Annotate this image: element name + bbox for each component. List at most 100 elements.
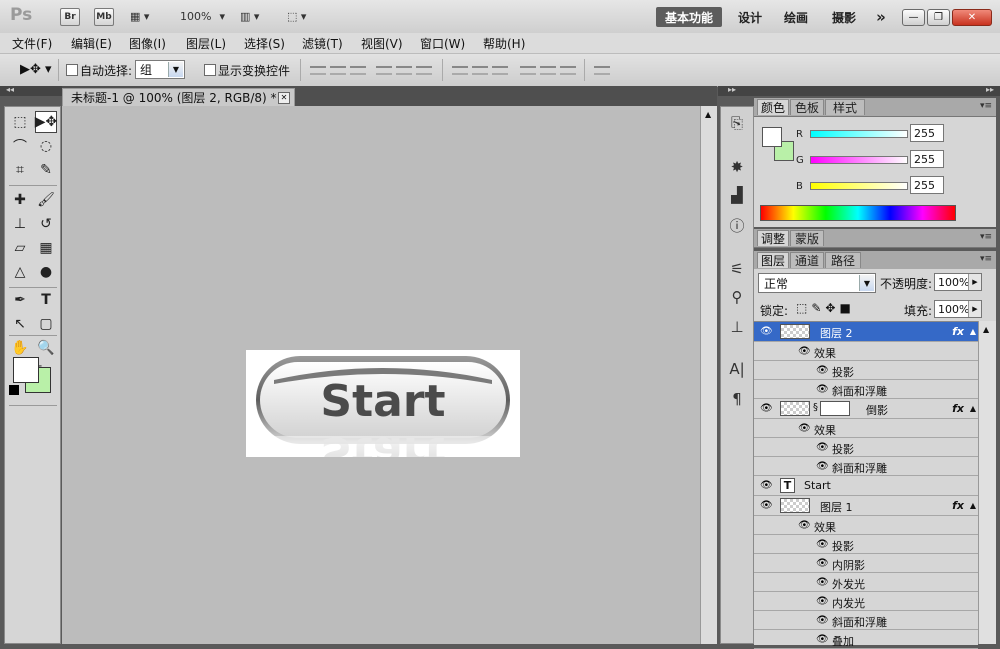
shape-tool[interactable]: ▢	[35, 313, 57, 335]
crop-tool[interactable]: ⌗	[9, 159, 31, 181]
visibility-eye-icon[interactable]: 👁	[816, 461, 829, 472]
effects-row[interactable]: 👁 效果	[754, 419, 978, 438]
panel-menu-icon[interactable]: ▾≡	[980, 101, 992, 111]
distribute-top-icon[interactable]	[452, 66, 468, 75]
align-vcenter-icon[interactable]	[330, 66, 346, 75]
more-workspaces-button[interactable]: »	[870, 7, 892, 27]
effect-row[interactable]: 👁 投影	[754, 535, 978, 554]
layer-mask-thumbnail[interactable]	[820, 401, 850, 416]
lasso-tool[interactable]: ⌒	[9, 135, 31, 157]
visibility-eye-icon[interactable]: 👁	[798, 346, 811, 357]
tab-styles[interactable]: 样式	[825, 99, 865, 115]
fx-icon[interactable]: fx	[952, 402, 964, 415]
distribute-left-icon[interactable]	[520, 66, 536, 75]
visibility-eye-icon[interactable]: 👁	[760, 403, 773, 414]
visibility-eye-icon[interactable]: 👁	[816, 596, 829, 607]
clone-stamp-tool[interactable]: ⊥	[9, 213, 31, 235]
paragraph-panel-button[interactable]: ¶	[727, 389, 747, 409]
histogram-panel-button[interactable]: ▟	[727, 185, 747, 205]
fill-input[interactable]: 100% ▶	[934, 300, 982, 318]
effect-row[interactable]: 👁 投影	[754, 361, 978, 380]
distribute-bottom-icon[interactable]	[492, 66, 508, 75]
tab-paths[interactable]: 路径	[825, 252, 861, 268]
align-left-icon[interactable]	[376, 66, 392, 75]
pen-tool[interactable]: ✒	[9, 289, 31, 311]
effect-row[interactable]: 👁 内发光	[754, 592, 978, 611]
info-panel-button[interactable]: ⓘ	[727, 215, 747, 235]
layer-row[interactable]: 👁 图层 1 fx ▲	[754, 496, 978, 516]
effect-row[interactable]: 👁 斜面和浮雕	[754, 611, 978, 630]
menu-layer[interactable]: 图层(L)	[186, 35, 226, 52]
effect-row[interactable]: 👁 斜面和浮雕	[754, 380, 978, 399]
visibility-eye-icon[interactable]: 👁	[816, 577, 829, 588]
gradient-tool[interactable]: ▦	[35, 237, 57, 259]
panel-menu-icon[interactable]: ▾≡	[980, 232, 992, 242]
blue-slider[interactable]	[810, 182, 908, 190]
screen-mode-button[interactable]: ⬚ ▾	[287, 7, 306, 26]
collapse-effects-icon[interactable]: ▲	[970, 501, 976, 510]
path-select-tool[interactable]: ↖	[9, 313, 31, 335]
tab-color[interactable]: 颜色	[757, 99, 789, 115]
red-value-input[interactable]: 255	[910, 124, 944, 142]
visibility-eye-icon[interactable]: 👁	[798, 423, 811, 434]
foreground-color-swatch[interactable]	[762, 127, 782, 147]
tab-channels[interactable]: 通道	[790, 252, 824, 268]
brush-tool[interactable]: 🖌	[35, 189, 57, 211]
layer-row[interactable]: 👁 § 倒影 fx ▲	[754, 399, 978, 419]
history-panel-button[interactable]: ⎘	[727, 113, 747, 133]
blue-value-input[interactable]: 255	[910, 176, 944, 194]
auto-select-dropdown[interactable]: 组 ▼	[135, 60, 185, 79]
default-colors-button[interactable]	[9, 385, 19, 395]
distribute-vcenter-icon[interactable]	[472, 66, 488, 75]
workspace-essentials[interactable]: 基本功能	[656, 7, 722, 27]
workspace-design[interactable]: 设计	[732, 7, 768, 27]
bridge-button[interactable]: Br	[60, 8, 80, 26]
zoom-level-select[interactable]: 100% ▾	[180, 7, 225, 26]
distribute-right-icon[interactable]	[560, 66, 576, 75]
effect-row[interactable]: 👁 内阴影	[754, 554, 978, 573]
visibility-eye-icon[interactable]: 👁	[760, 480, 773, 491]
auto-align-icon[interactable]	[594, 66, 610, 75]
tool-preset-picker[interactable]: ▶✥ ▾	[20, 62, 52, 77]
menu-edit[interactable]: 编辑(E)	[71, 35, 112, 52]
align-top-icon[interactable]	[310, 66, 326, 75]
visibility-eye-icon[interactable]: 👁	[816, 539, 829, 550]
type-tool[interactable]: T	[35, 289, 57, 311]
visibility-eye-icon[interactable]: 👁	[760, 326, 773, 337]
tools-panel-header[interactable]: ◂◂	[0, 85, 62, 96]
brushes-panel-button[interactable]: ⚲	[727, 287, 747, 307]
show-transform-checkbox[interactable]	[204, 64, 216, 76]
blend-mode-select[interactable]: 正常 ▼	[758, 273, 876, 293]
minimize-button[interactable]: —	[902, 9, 925, 26]
tab-masks[interactable]: 蒙版	[790, 230, 824, 246]
layer-row[interactable]: 👁 图层 2 fx ▲	[754, 322, 978, 342]
quick-select-tool[interactable]: ◌	[35, 135, 57, 157]
lock-buttons[interactable]: ⬚✎✥■	[796, 301, 855, 315]
visibility-eye-icon[interactable]: 👁	[816, 384, 829, 395]
opacity-input[interactable]: 100% ▶	[934, 273, 982, 291]
layers-scrollbar[interactable]: ▲	[978, 321, 996, 644]
visibility-eye-icon[interactable]: 👁	[760, 500, 773, 511]
effect-row[interactable]: 👁 投影	[754, 438, 978, 457]
visibility-eye-icon[interactable]: 👁	[816, 615, 829, 626]
visibility-eye-icon[interactable]: 👁	[816, 365, 829, 376]
character-panel-button[interactable]: A|	[727, 359, 747, 379]
effect-row[interactable]: 👁 叠加	[754, 630, 978, 649]
fx-icon[interactable]: fx	[952, 499, 964, 512]
arrange-documents-button[interactable]: ▥ ▾	[240, 7, 259, 26]
red-slider[interactable]	[810, 130, 908, 138]
mini-bridge-button[interactable]: Mb	[94, 8, 114, 26]
close-window-button[interactable]: ✕	[952, 9, 992, 26]
workspace-photography[interactable]: 摄影	[826, 7, 862, 27]
workspace-painting[interactable]: 绘画	[778, 7, 814, 27]
menu-window[interactable]: 窗口(W)	[420, 35, 465, 52]
document-tab[interactable]: 未标题-1 @ 100% (图层 2, RGB/8) * ✕	[62, 88, 295, 106]
tab-swatches[interactable]: 色板	[790, 99, 824, 115]
menu-image[interactable]: 图像(I)	[129, 35, 166, 52]
panels-header[interactable]: ▸▸	[754, 85, 1000, 96]
tab-layers[interactable]: 图层	[757, 252, 789, 268]
visibility-eye-icon[interactable]: 👁	[816, 442, 829, 453]
menu-select[interactable]: 选择(S)	[244, 35, 285, 52]
blur-tool[interactable]: △	[9, 261, 31, 283]
clone-source-button[interactable]: ⊥	[727, 317, 747, 337]
